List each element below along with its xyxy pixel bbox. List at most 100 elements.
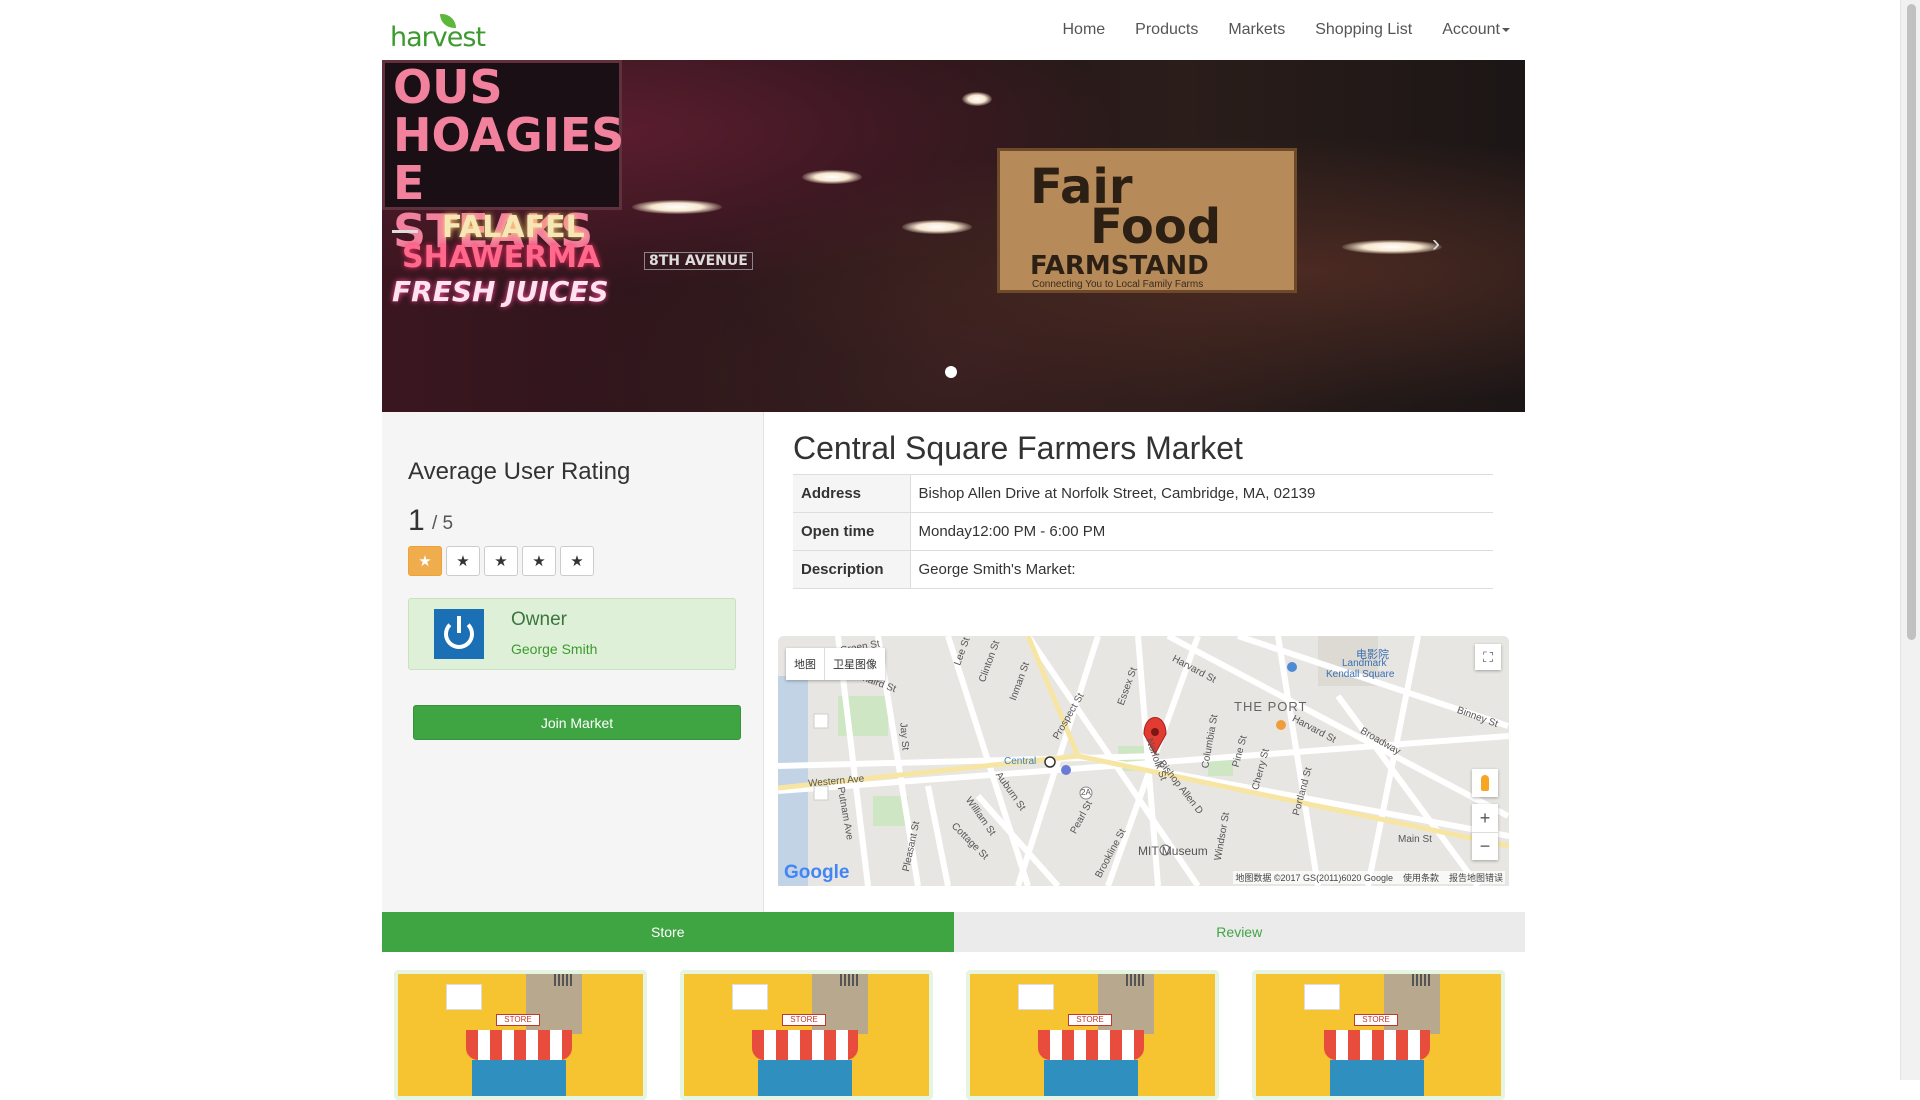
- receipt-icon: [1304, 984, 1340, 1010]
- star-icon[interactable]: ★: [446, 546, 480, 576]
- receipt-icon: [732, 984, 768, 1010]
- owner-name-link[interactable]: George Smith: [511, 641, 597, 657]
- carousel-indicator[interactable]: [945, 366, 957, 378]
- map-label: Landmark: [1342, 658, 1387, 669]
- market-info-table: Address Bishop Allen Drive at Norfolk St…: [793, 474, 1493, 589]
- nav-account-dropdown[interactable]: Account: [1427, 21, 1525, 39]
- page-container: harvest Home Products Markets Shopping L…: [382, 0, 1525, 1100]
- map-label: Jay St: [897, 722, 911, 751]
- pegman-figure: [1481, 775, 1489, 791]
- logo-text: harvest: [390, 22, 486, 53]
- store-sign: STORE: [1068, 1014, 1112, 1026]
- owner-card: Owner George Smith: [408, 598, 736, 670]
- google-map[interactable]: THE PORT 电影院 Landmark Kendall Square Cen…: [778, 636, 1509, 886]
- owner-label: Owner: [511, 609, 567, 630]
- zoom-control: + −: [1472, 804, 1498, 860]
- hero-carousel[interactable]: OUS HOAGIES E STEAKS FALAFEL SHAWERMA FR…: [382, 60, 1525, 412]
- store-card[interactable]: STORE: [680, 970, 933, 1100]
- carousel-prev-icon[interactable]: [392, 230, 418, 233]
- fair-food-sign: Fair Food FARMSTAND Connecting You to Lo…: [997, 148, 1297, 293]
- map-type-map-button[interactable]: 地图: [786, 648, 824, 680]
- sign-line: Food: [1090, 199, 1222, 255]
- row-key: Address: [793, 474, 911, 513]
- market-tabs: Store Review: [382, 912, 1525, 952]
- tab-store[interactable]: Store: [382, 912, 954, 952]
- map-report-link[interactable]: 报告地图错误: [1449, 871, 1503, 884]
- store-list: STORE STORE STORE STORE: [394, 970, 1505, 1100]
- star-icon[interactable]: ★: [522, 546, 556, 576]
- rating-panel: Average User Rating 1 / 5 ★ ★ ★ ★ ★ Owne…: [382, 412, 764, 912]
- lamp: [1342, 240, 1442, 254]
- google-logo[interactable]: Google: [784, 862, 849, 884]
- sign-line: HOAGIES: [393, 108, 625, 162]
- star-icon[interactable]: ★: [408, 546, 442, 576]
- map-type-control: 地图 卫星图像: [786, 648, 885, 680]
- scrollbar-thumb[interactable]: [1907, 4, 1916, 640]
- join-market-button[interactable]: Join Market: [413, 705, 741, 740]
- barcode-icon: [554, 974, 574, 986]
- tab-review[interactable]: Review: [953, 912, 1525, 952]
- google-logo-text: Google: [784, 862, 850, 883]
- power-icon-bar: [457, 616, 461, 633]
- star-icon[interactable]: ★: [484, 546, 518, 576]
- row-value: Bishop Allen Drive at Norfolk Street, Ca…: [910, 474, 1493, 513]
- store-card[interactable]: STORE: [394, 970, 647, 1100]
- map-terms-link[interactable]: 使用条款: [1403, 871, 1439, 884]
- storefront-icon: [1330, 1060, 1424, 1096]
- storefront-icon: [472, 1060, 566, 1096]
- lamp: [902, 220, 972, 234]
- barcode-icon: [840, 974, 860, 986]
- row-key: Description: [793, 550, 911, 589]
- store-card[interactable]: STORE: [966, 970, 1219, 1100]
- store-sign: STORE: [1354, 1014, 1398, 1026]
- avenue-sign: 8TH AVENUE: [644, 252, 753, 270]
- nav-markets[interactable]: Markets: [1213, 21, 1300, 39]
- star-rating: ★ ★ ★ ★ ★: [408, 546, 594, 576]
- navbar: harvest Home Products Markets Shopping L…: [382, 0, 1525, 60]
- storefront-icon: [1044, 1060, 1138, 1096]
- carousel-next-icon[interactable]: ›: [1432, 230, 1440, 258]
- lamp: [632, 200, 722, 214]
- main-nav: Home Products Markets Shopping List Acco…: [1047, 0, 1525, 60]
- map-label: 2A: [1081, 788, 1091, 797]
- receipt-icon: [1018, 984, 1054, 1010]
- nav-home[interactable]: Home: [1047, 21, 1120, 39]
- store-card[interactable]: STORE: [1252, 970, 1505, 1100]
- awning-icon: [466, 1030, 572, 1060]
- rating-out-of: / 5: [432, 513, 454, 534]
- storefront-icon: [758, 1060, 852, 1096]
- store-sign: STORE: [782, 1014, 826, 1026]
- barcode-icon: [1412, 974, 1432, 986]
- zoom-out-button[interactable]: −: [1472, 832, 1498, 860]
- zoom-in-button[interactable]: +: [1472, 804, 1498, 832]
- awning-icon: [1324, 1030, 1430, 1060]
- store-sign: STORE: [496, 1014, 540, 1026]
- star-icon[interactable]: ★: [560, 546, 594, 576]
- rating-value: 1: [408, 504, 425, 537]
- receipt-icon: [446, 984, 482, 1010]
- map-label: Main St: [1398, 834, 1432, 845]
- map-type-satellite-button[interactable]: 卫星图像: [824, 648, 885, 680]
- lamp: [802, 170, 862, 184]
- nav-shopping-list[interactable]: Shopping List: [1300, 21, 1427, 39]
- market-title: Central Square Farmers Market: [793, 430, 1243, 466]
- row-key: Open time: [793, 512, 911, 551]
- row-value: George Smith's Market:: [910, 550, 1493, 589]
- nav-products[interactable]: Products: [1120, 21, 1213, 39]
- neon-sign: FRESH JUICES: [392, 275, 609, 308]
- table-row: Description George Smith's Market:: [793, 550, 1493, 589]
- nav-account-label: Account: [1442, 21, 1500, 38]
- fullscreen-icon[interactable]: ⛶: [1475, 644, 1501, 670]
- caret-down-icon: [1502, 27, 1510, 32]
- harvest-logo[interactable]: harvest: [390, 14, 486, 53]
- sign-line: Connecting You to Local Family Farms: [1032, 279, 1204, 290]
- map-data-credit: 地图数据 ©2017 GS(2011)6020 Google: [1235, 873, 1393, 883]
- sign-line: OUS: [393, 60, 503, 114]
- map-attribution: 地图数据 ©2017 GS(2011)6020 Google 使用条款 报告地图…: [1233, 871, 1505, 884]
- map-label: MIT Museum: [1138, 844, 1208, 858]
- rating-title: Average User Rating: [408, 458, 631, 485]
- page-scrollbar[interactable]: [1900, 0, 1920, 1080]
- pegman-icon[interactable]: [1472, 769, 1498, 797]
- awning-icon: [1038, 1030, 1144, 1060]
- owner-avatar: [434, 609, 484, 659]
